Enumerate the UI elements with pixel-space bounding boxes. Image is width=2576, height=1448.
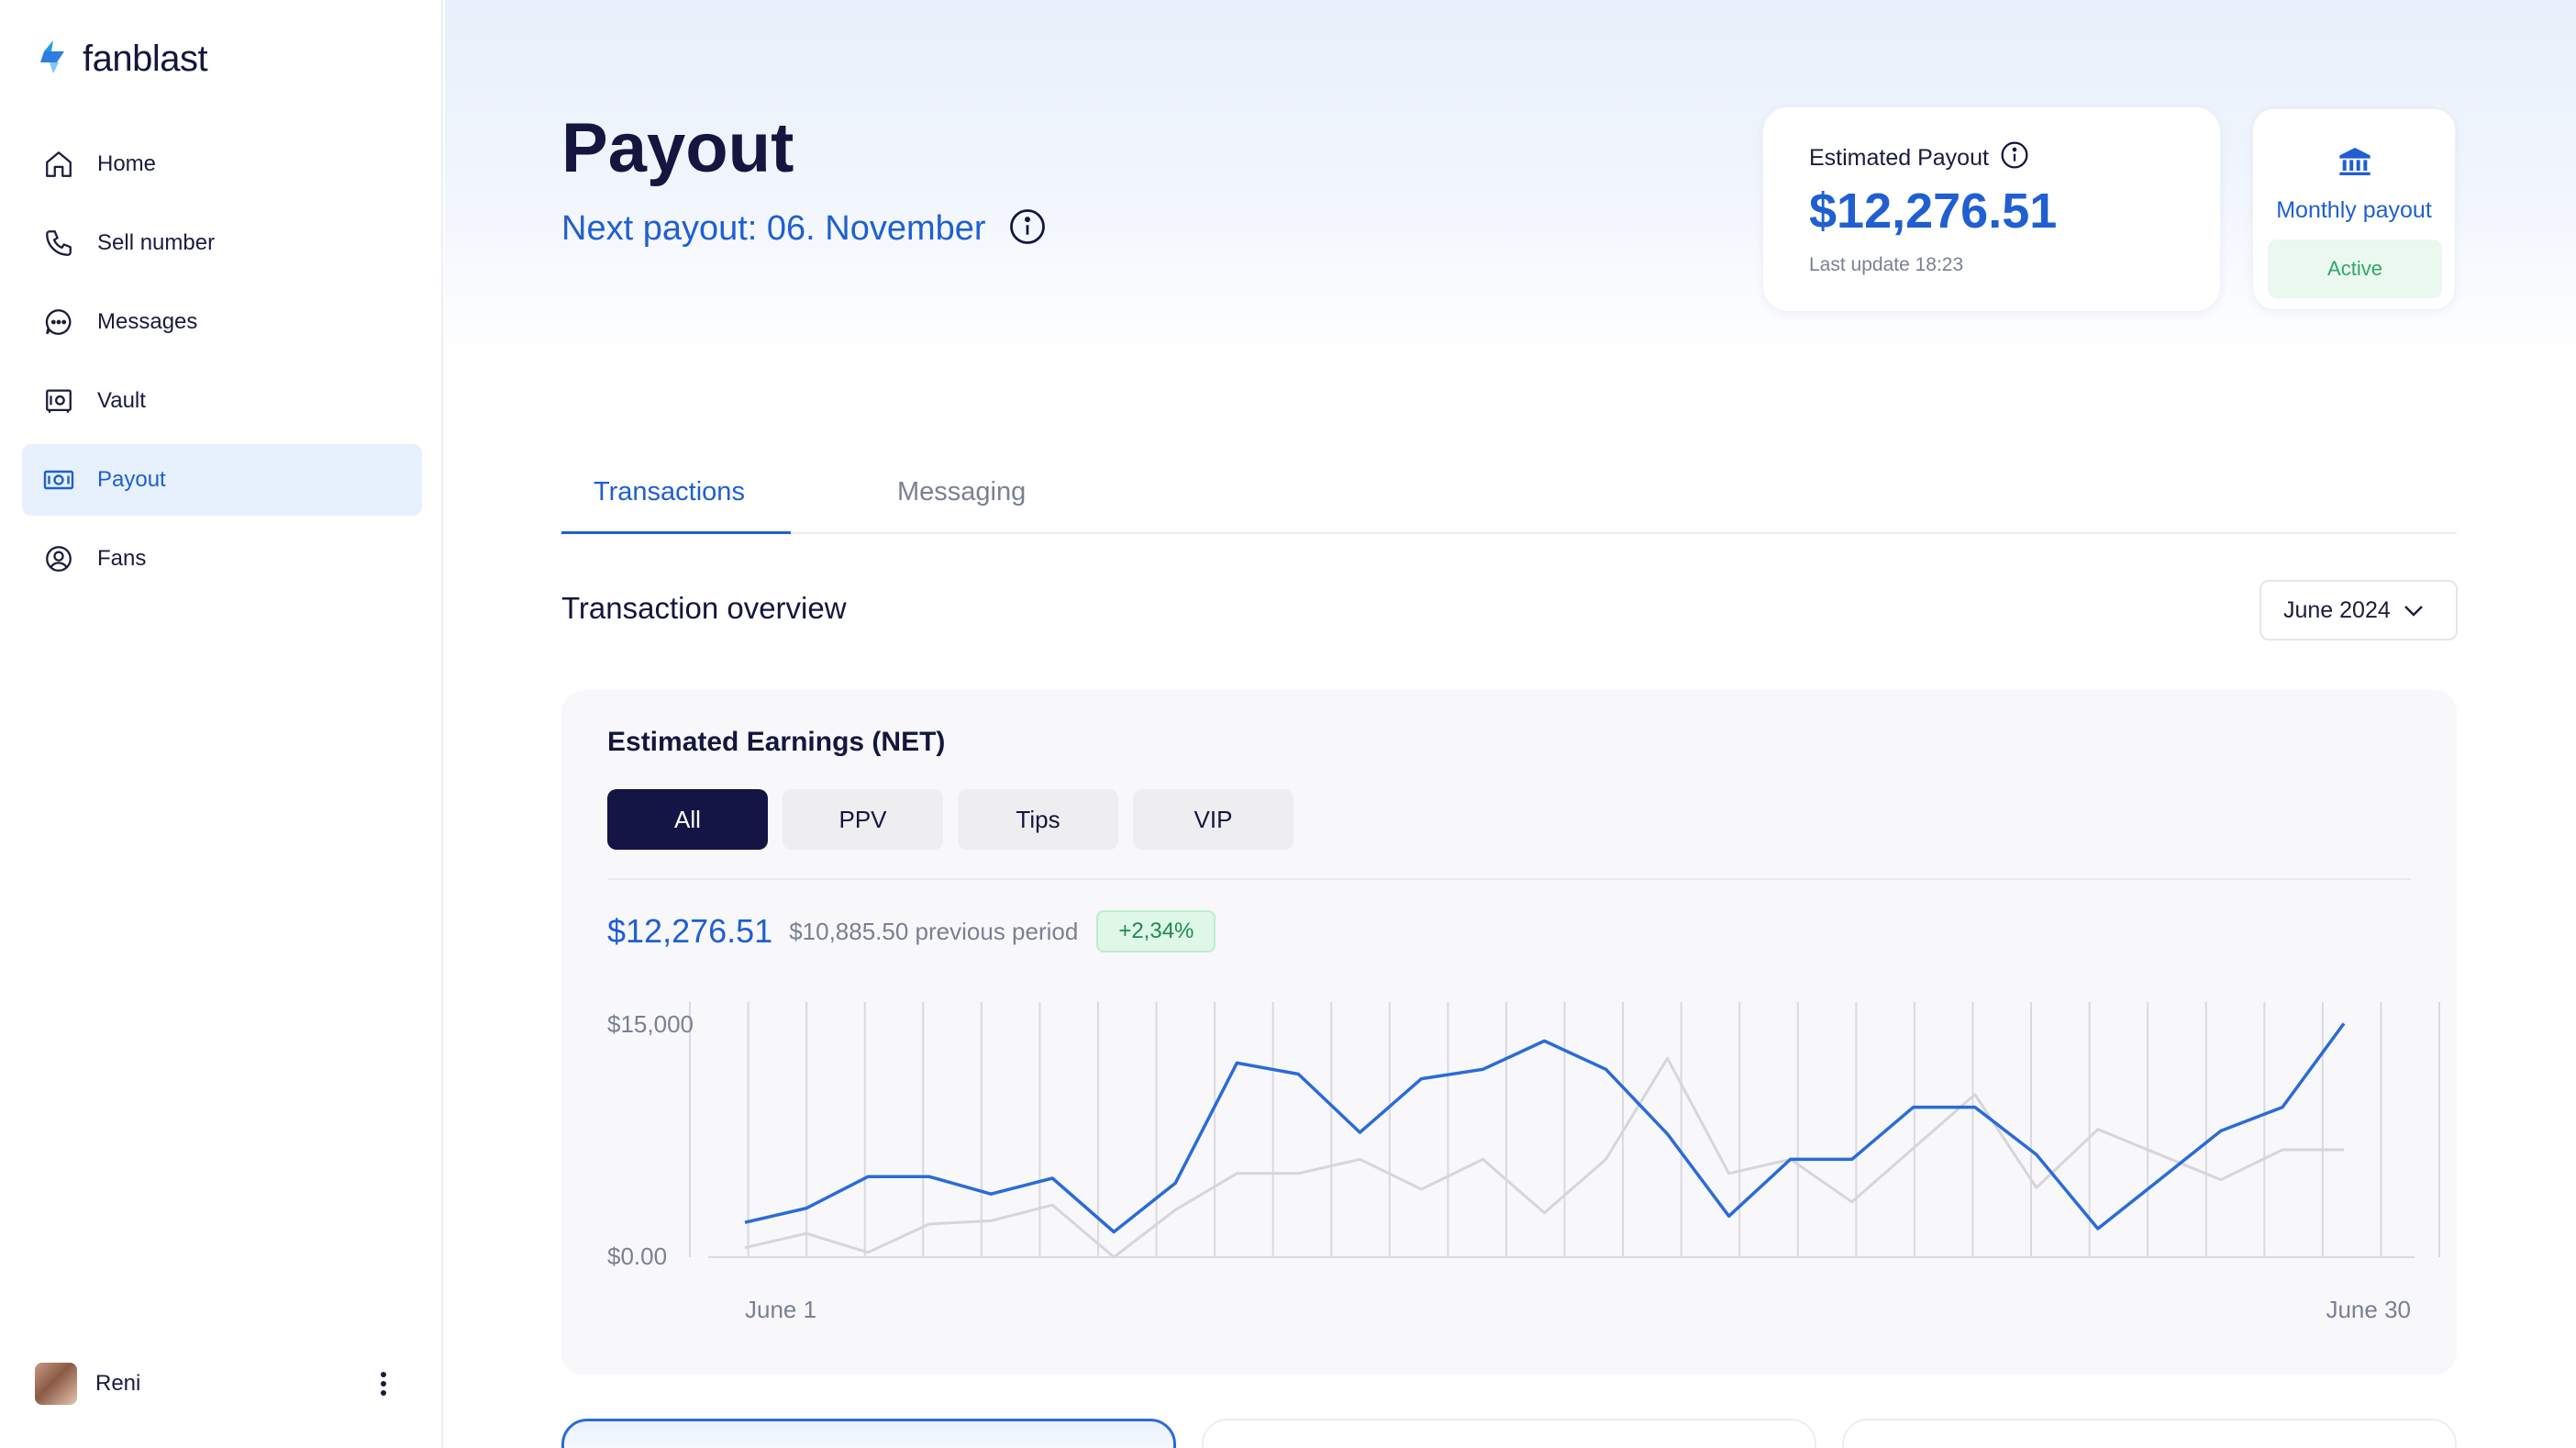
status-badge: Active bbox=[2268, 239, 2442, 298]
tab-transactions[interactable]: Transactions bbox=[594, 477, 745, 507]
y-tick-label: $0.00 bbox=[607, 1242, 667, 1270]
brand-name: fanblast bbox=[83, 39, 208, 79]
summary-card[interactable] bbox=[1842, 1419, 2457, 1448]
x-tick-label: June 1 bbox=[745, 1296, 816, 1323]
info-icon[interactable] bbox=[1008, 207, 1047, 251]
estimated-payout-title: Estimated Payout bbox=[1809, 145, 1989, 171]
summary-card[interactable] bbox=[561, 1419, 1176, 1448]
series-line-previous bbox=[744, 1056, 2344, 1259]
active-tab-indicator bbox=[561, 531, 791, 534]
next-payout: Next payout: 06. November bbox=[561, 207, 1047, 251]
x-tick-label: June 30 bbox=[2326, 1296, 2411, 1323]
fanblast-logo-icon bbox=[37, 39, 70, 80]
last-update: Last update 18:23 bbox=[1809, 254, 1964, 275]
sidebar-item-label: Vault bbox=[97, 388, 146, 413]
sidebar-item-label: Home bbox=[97, 151, 157, 176]
next-payout-text: Next payout: 06. November bbox=[561, 209, 986, 248]
user-name: Reni bbox=[95, 1371, 141, 1396]
user-profile[interactable]: Reni bbox=[35, 1358, 402, 1409]
page-title: Payout bbox=[561, 109, 794, 187]
bank-icon bbox=[2337, 146, 2373, 182]
month-select[interactable]: June 2024 bbox=[2260, 580, 2458, 640]
sidebar-item-messages[interactable]: Messages bbox=[22, 286, 422, 358]
month-select-value: June 2024 bbox=[2283, 596, 2391, 623]
sidebar-item-label: Payout bbox=[97, 467, 166, 492]
sidebar-item-label: Fans bbox=[97, 546, 147, 571]
estimated-payout-card: Estimated Payout $12,276.51 Last update … bbox=[1762, 106, 2221, 312]
more-options-icon[interactable] bbox=[365, 1365, 402, 1402]
monthly-payout-card[interactable]: Monthly payout Active bbox=[2252, 108, 2456, 310]
summary-card[interactable] bbox=[1202, 1419, 1816, 1448]
sidebar-item-label: Messages bbox=[97, 309, 198, 334]
estimated-payout-amount: $12,276.51 bbox=[1809, 184, 2058, 239]
user-circle-icon bbox=[40, 540, 77, 577]
tab-bar: Transactions Messaging bbox=[561, 459, 2457, 534]
info-icon[interactable] bbox=[2000, 140, 2029, 176]
chevron-down-icon bbox=[2404, 597, 2424, 624]
sidebar-item-payout[interactable]: Payout bbox=[22, 444, 422, 516]
phone-icon bbox=[40, 225, 77, 262]
home-icon bbox=[40, 146, 77, 183]
sidebar-item-home[interactable]: Home bbox=[22, 128, 422, 200]
brand-logo[interactable]: fanblast bbox=[37, 39, 208, 80]
series-line-current bbox=[744, 1022, 2346, 1234]
message-icon bbox=[40, 304, 77, 340]
sidebar-item-sell-number[interactable]: Sell number bbox=[22, 207, 422, 279]
monthly-payout-label: Monthly payout bbox=[2276, 197, 2432, 223]
earnings-chart-card: Estimated Earnings (NET) All PPV Tips VI… bbox=[561, 690, 2457, 1375]
section-title: Transaction overview bbox=[561, 591, 847, 625]
sidebar-item-fans[interactable]: Fans bbox=[22, 523, 422, 595]
estimated-payout-label: Estimated Payout bbox=[1809, 140, 2029, 176]
vault-icon bbox=[40, 383, 77, 419]
avatar[interactable] bbox=[35, 1363, 77, 1405]
earnings-line-chart: $15,000 $0.00 June 1 June 30 bbox=[607, 1002, 2440, 1323]
sidebar-item-label: Sell number bbox=[97, 230, 216, 255]
sidebar-item-vault[interactable]: Vault bbox=[22, 365, 422, 437]
sidebar: fanblast Home Sell number Messages Vault bbox=[0, 0, 443, 1448]
cash-icon bbox=[40, 462, 77, 498]
y-tick-label: $15,000 bbox=[607, 1010, 694, 1038]
tab-messaging[interactable]: Messaging bbox=[897, 477, 1026, 507]
main-content: Payout Next payout: 06. November Estimat… bbox=[445, 0, 2576, 1448]
sidebar-nav: Home Sell number Messages Vault Payout F… bbox=[22, 128, 422, 602]
